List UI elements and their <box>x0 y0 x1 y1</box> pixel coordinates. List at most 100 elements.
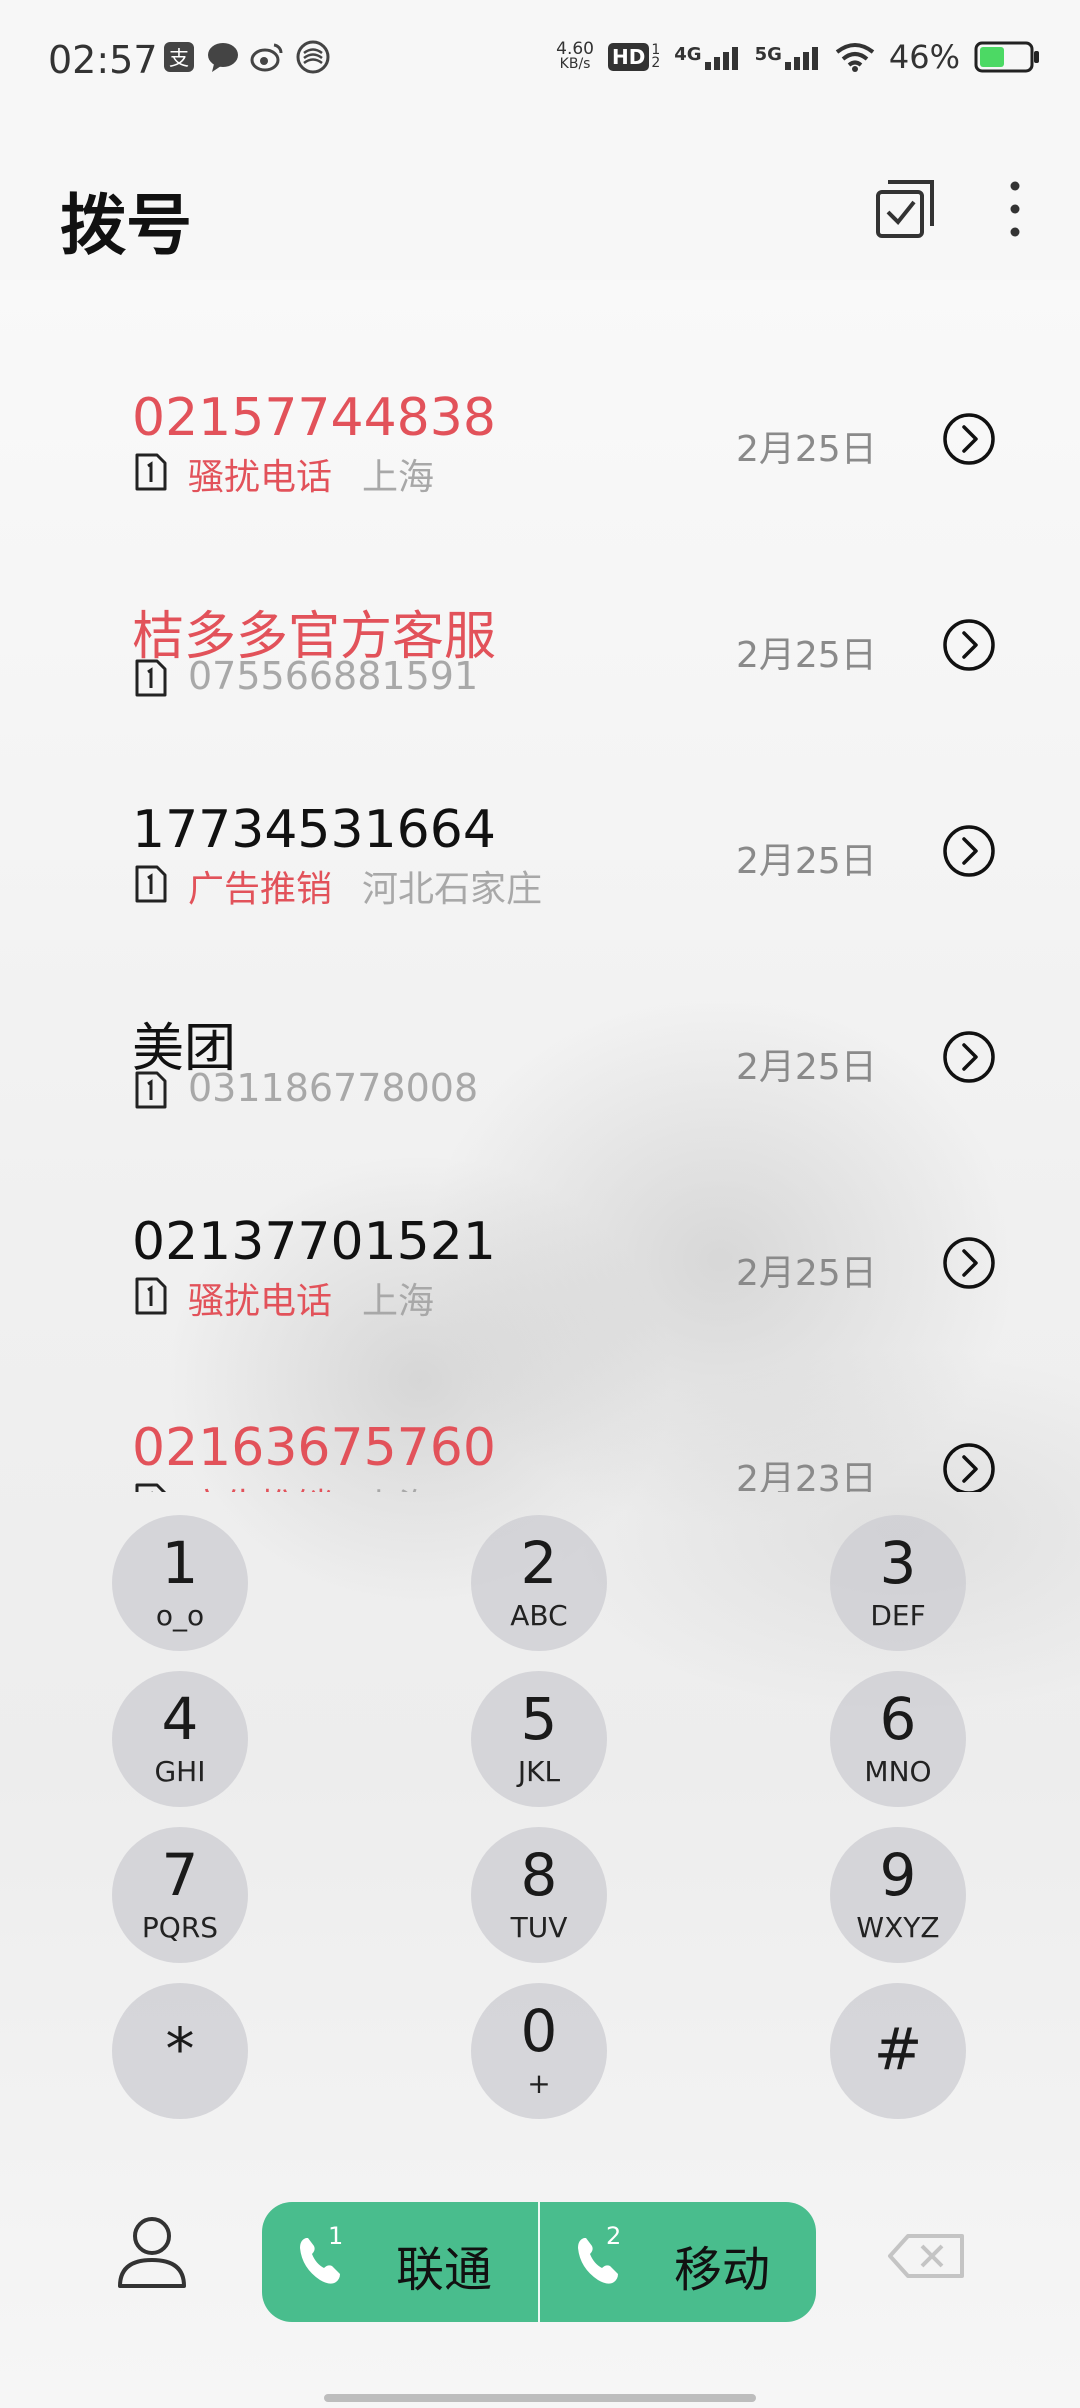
sim-card-icon <box>135 1277 167 1315</box>
svg-text:支: 支 <box>169 46 189 70</box>
call-name: 02157744838 <box>132 388 496 448</box>
dial-sim1-button[interactable]: 1 联通 <box>262 2202 538 2322</box>
key-digit: 5 <box>520 1685 558 1753</box>
key-hash[interactable]: # <box>830 1983 966 2119</box>
key-digit: 3 <box>879 1529 917 1597</box>
call-log-row[interactable]: 02163675760广告推销 上海 2月23日 <box>0 1360 1080 1492</box>
key-letters: ABC <box>510 1599 568 1632</box>
call-detail-icon[interactable] <box>942 1236 996 1290</box>
key-1[interactable]: 1 o_o <box>112 1515 248 1651</box>
sim-card-icon <box>135 1071 167 1109</box>
signal-bars-icon <box>784 47 818 70</box>
key-digit: 1 <box>161 1529 199 1597</box>
sim-card-icon <box>135 659 167 697</box>
key-digit: # <box>873 2015 923 2083</box>
key-7[interactable]: 7 PQRS <box>112 1827 248 1963</box>
call-date: 2月25日 <box>736 429 877 470</box>
key-digit: 6 <box>879 1685 917 1753</box>
call-location: 上海 <box>362 1281 435 1322</box>
dialpad: 1 o_o 2 ABC 3 DEF 4 GHI 5 JKL 6 MNO 7 PQRS 8 TUV 9 WXYZ * 0… <box>0 1500 1080 2120</box>
call-detail-icon[interactable] <box>942 412 996 466</box>
call-tag: 广告推销 <box>188 869 333 910</box>
key-digit: 9 <box>879 1841 917 1909</box>
call-detail-icon[interactable] <box>942 1030 996 1084</box>
contacts-icon[interactable] <box>116 2214 188 2290</box>
call-date: 2月25日 <box>736 635 877 676</box>
dial-carrier-label: 联通 <box>396 2242 493 2298</box>
key-digit: 4 <box>161 1685 199 1753</box>
call-number: 075566881591 <box>188 654 479 698</box>
call-tag: 骚扰电话 <box>188 1281 333 1322</box>
call-location: 河北石家庄 <box>362 869 543 910</box>
key-3[interactable]: 3 DEF <box>830 1515 966 1651</box>
call-name: 02137701521 <box>132 1212 496 1272</box>
hd-label: HD <box>607 43 650 71</box>
key-4[interactable]: 4 GHI <box>112 1671 248 1807</box>
call-tag: 骚扰电话 <box>188 457 333 498</box>
call-detail-icon[interactable] <box>942 618 996 672</box>
battery-icon <box>974 41 1039 73</box>
wifi-icon <box>835 43 875 72</box>
call-log-row[interactable]: 17734531664 广告推销 河北石家庄 2月25日 <box>0 742 1080 948</box>
key-digit: 2 <box>520 1529 558 1597</box>
call-number: 031186778008 <box>188 1066 479 1110</box>
key-0[interactable]: 0 + <box>471 1983 607 2119</box>
key-letters: + <box>527 2067 551 2100</box>
sim-card-icon <box>135 1483 167 1492</box>
dial-sim2-button[interactable]: 2 移动 <box>540 2202 816 2322</box>
sim-card-icon <box>135 865 167 903</box>
weibo-icon <box>250 43 283 72</box>
call-detail-icon[interactable] <box>942 1442 996 1492</box>
call-date: 2月25日 <box>736 1253 877 1294</box>
more-icon[interactable] <box>1000 178 1030 240</box>
mobile-app-icon <box>296 40 330 74</box>
call-date: 2月25日 <box>736 841 877 882</box>
key-star[interactable]: * <box>112 1983 248 2119</box>
key-letters: TUV <box>510 1911 568 1944</box>
network-type-1: 4G <box>674 44 702 65</box>
bottom-action-bar: 1 联通 2 移动 <box>0 2190 1080 2350</box>
status-bar: 02:57 支 4.60 KB/s HD 12 4G 5G 46% <box>0 0 1080 120</box>
key-letters: MNO <box>864 1755 932 1788</box>
call-log-list: 02157744838 骚扰电话 上海 2月25日 桔多多官方客服 07556688159… <box>0 330 1080 1492</box>
network-type-2: 5G <box>754 44 782 65</box>
call-name: 17734531664 <box>132 800 496 860</box>
hd-badge: HD 12 <box>607 42 661 71</box>
key-letters: GHI <box>154 1755 206 1788</box>
battery-percent: 46% <box>888 38 960 76</box>
key-letters: DEF <box>870 1599 926 1632</box>
key-digit: 0 <box>520 1997 558 2065</box>
status-right: 4.60 KB/s HD 12 4G 5G 46% <box>556 38 1040 76</box>
call-detail-icon[interactable] <box>942 824 996 878</box>
backspace-icon[interactable] <box>886 2232 966 2280</box>
multi-select-icon[interactable] <box>874 178 936 240</box>
key-2[interactable]: 2 ABC <box>471 1515 607 1651</box>
key-5[interactable]: 5 JKL <box>471 1671 607 1807</box>
signal-bars-icon <box>704 47 738 70</box>
hd-sim-digits: 12 <box>651 42 661 71</box>
call-log-row[interactable]: 02137701521 骚扰电话 上海 2月25日 <box>0 1154 1080 1360</box>
dial-button-group: 1 联通 2 移动 <box>262 2202 816 2322</box>
page-title: 拨号 <box>60 187 192 264</box>
call-log-row[interactable]: 美团 031186778008 2月25日 <box>0 948 1080 1154</box>
key-6[interactable]: 6 MNO <box>830 1671 966 1807</box>
key-digit: * <box>165 2015 195 2083</box>
key-8[interactable]: 8 TUV <box>471 1827 607 1963</box>
dial-carrier-label: 移动 <box>674 2242 771 2298</box>
net-speed-value: 4.60 <box>556 39 594 59</box>
sim-card-icon <box>135 453 167 491</box>
app-header: 拨号 <box>0 130 1080 280</box>
call-log-row[interactable]: 02157744838 骚扰电话 上海 2月25日 <box>0 330 1080 536</box>
status-time: 02:57 <box>48 38 158 82</box>
call-date: 2月25日 <box>736 1047 877 1088</box>
key-9[interactable]: 9 WXYZ <box>830 1827 966 1963</box>
key-digit: 8 <box>520 1841 558 1909</box>
alipay-icon: 支 <box>164 42 194 72</box>
home-indicator[interactable] <box>324 2394 756 2402</box>
call-log-row[interactable]: 桔多多官方客服 075566881591 2月25日 <box>0 536 1080 742</box>
key-letters: WXYZ <box>856 1911 940 1944</box>
message-icon <box>208 43 238 72</box>
net-speed: 4.60 KB/s <box>556 39 594 72</box>
sim-number: 2 <box>606 2222 622 2250</box>
key-letters: JKL <box>517 1755 561 1788</box>
